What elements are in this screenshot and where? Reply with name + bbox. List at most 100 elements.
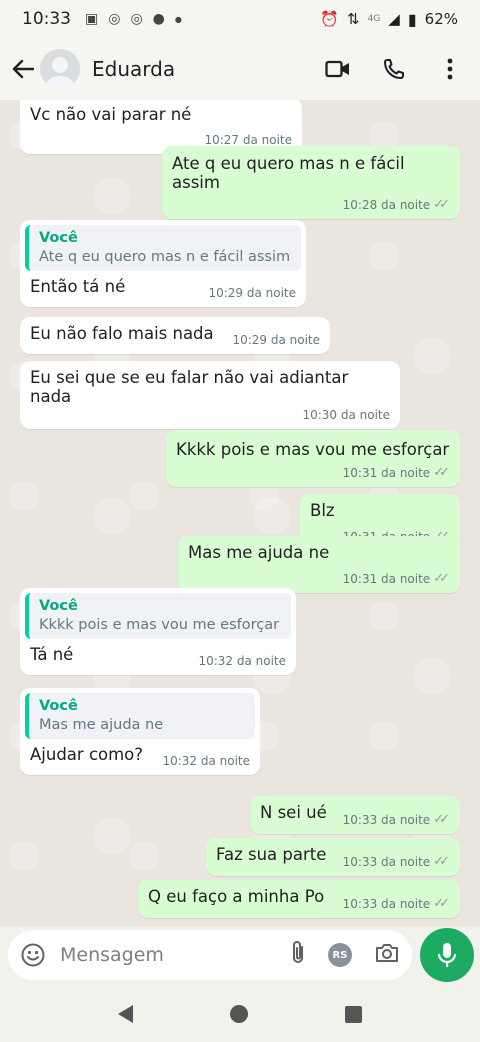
message-timestamp: 10:29 da noite [208,286,296,300]
more-options-icon[interactable] [436,55,464,83]
message-incoming-reply[interactable]: Você Mas me ajuda ne Ajudar como? 10:32 … [20,688,260,775]
gallery-notification-icon: ▣ [85,11,99,27]
message-timestamp: 10:28 da noite [342,197,431,212]
message-timestamp: 10:33 da noite [342,854,431,869]
quoted-author: Você [39,598,78,614]
emoji-icon[interactable] [20,942,46,968]
message-time: 10:29 da noite [232,333,320,347]
battery-icon: ▮ [407,9,417,29]
message-time: 10:29 da noite [208,286,296,300]
system-icons: ⏰ ⇅ 4G ◢ ▮ 62% [320,10,458,29]
microphone-icon [437,943,457,967]
quoted-text: Kkkk pois e mas vou me esforçar [39,617,280,633]
chat-header: Eduarda [0,38,480,100]
message-timestamp: 10:33 da noite [342,896,431,911]
message-outgoing[interactable]: Mas me ajuda ne 10:31 da noite ✓✓ [178,536,460,593]
composer: Mensagem RS [0,926,480,986]
message-text: Kkkk pois e mas vou me esforçar [176,440,450,459]
attach-icon[interactable] [290,940,306,970]
network-type-label: 4G [367,14,381,24]
message-timestamp: 10:30 da noite [302,408,390,422]
message-outgoing[interactable]: Faz sua parte 10:33 da noite ✓✓ [206,838,460,876]
message-text: Eu sei que se eu falar não vai adiantar … [30,368,349,406]
message-time: 10:32 da noite [198,654,286,668]
message-timestamp: 10:29 da noite [232,333,320,347]
system-navigation-bar [0,986,480,1042]
message-outgoing[interactable]: Q eu faço a minha Po 10:33 da noite ✓✓ [138,880,460,918]
message-text: Eu não falo mais nada [30,324,214,343]
quoted-author: Você [39,698,78,714]
chat-notification-icon: ● [152,11,165,27]
alarm-icon: ⏰ [320,10,340,28]
quoted-text: Mas me ajuda ne [39,717,164,733]
message-meta: 10:30 da noite [44,408,390,422]
message-text: Mas me ajuda ne [188,543,330,562]
nav-home-icon[interactable] [229,1005,248,1023]
message-timestamp: 10:31 da noite [342,571,431,586]
quoted-message[interactable]: Você Mas me ajuda ne [25,693,255,739]
contact-name[interactable]: Eduarda [92,57,175,81]
message-timestamp: 10:33 da noite [342,812,431,827]
message-placeholder[interactable]: Mensagem [60,944,164,966]
read-ticks-icon: ✓✓ [433,896,450,911]
read-ticks-icon: ✓✓ [433,812,450,827]
more-notifications-dot-icon: ● [174,14,182,24]
message-outgoing[interactable]: Ate q eu quero mas n e fácil assim 10:28… [162,146,460,219]
message-text: Ate q eu quero mas n e fácil assim [172,154,405,192]
message-meta: 10:33 da noite ✓✓ [343,854,450,869]
message-text: N sei ué [260,803,327,822]
message-text: Ajudar como? [30,745,144,764]
message-time: 10:32 da noite [162,754,250,768]
message-text: Blz [310,501,335,520]
message-timestamp: 10:32 da noite [198,654,286,668]
message-outgoing[interactable]: N sei ué 10:33 da noite ✓✓ [250,796,460,834]
payment-rs-icon[interactable]: RS [328,943,352,967]
signal-icon: ◢ [388,10,400,28]
voice-call-icon[interactable] [380,55,408,83]
notification-icons: ▣ ◎ ◎ ● ● [85,11,182,27]
message-text: Vc não vai parar né [30,105,192,124]
status-time: 10:33 [22,9,71,29]
data-transfer-icon: ⇅ [347,10,360,28]
message-input[interactable]: Mensagem RS [8,930,412,980]
message-time: 10:27 da noite [204,133,292,147]
quoted-message[interactable]: Você Ate q eu quero mas n e fácil assim [25,225,301,271]
message-meta: 10:33 da noite ✓✓ [343,896,450,911]
message-meta: 10:28 da noite ✓✓ [186,197,450,212]
message-text: Q eu faço a minha Po [148,887,325,906]
rs-label: RS [332,949,348,961]
message-text: Tá né [30,645,74,664]
message-incoming[interactable]: Eu não falo mais nada 10:29 da noite [20,317,330,354]
read-ticks-icon: ✓✓ [433,197,450,212]
message-incoming-reply[interactable]: Você Kkkk pois e mas vou me esforçar Tá … [20,588,296,675]
quoted-author: Você [39,230,78,246]
message-timestamp: 10:27 da noite [204,133,292,147]
read-ticks-icon: ✓✓ [433,854,450,869]
message-meta: 10:33 da noite ✓✓ [343,812,450,827]
message-incoming[interactable]: Eu sei que se eu falar não vai adiantar … [20,361,400,429]
camera-icon[interactable] [374,942,400,968]
video-call-icon[interactable] [324,55,352,83]
message-timestamp: 10:31 da noite [342,465,431,480]
nav-recents-icon[interactable] [344,1005,362,1023]
message-text: Faz sua parte [216,845,327,864]
chat-area[interactable]: Vc não vai parar né 10:27 da noite Ate q… [0,100,480,926]
quoted-text: Ate q eu quero mas n e fácil assim [39,249,291,265]
message-incoming-reply[interactable]: Você Ate q eu quero mas n e fácil assim … [20,220,306,307]
message-text: Então tá né [30,277,126,296]
header-actions [324,55,470,83]
message-meta: 10:31 da noite ✓✓ [343,571,450,586]
battery-percent: 62% [424,10,458,28]
status-bar: 10:33 ▣ ◎ ◎ ● ● ⏰ ⇅ 4G ◢ ▮ 62% [0,0,480,38]
nav-back-icon[interactable] [118,1005,134,1023]
message-timestamp: 10:32 da noite [162,754,250,768]
message-outgoing[interactable]: Kkkk pois e mas vou me esforçar 10:31 da… [166,430,460,487]
instagram-notification-icon-2: ◎ [130,11,143,27]
read-ticks-icon: ✓✓ [433,571,450,586]
composer-actions: RS [290,940,400,970]
contact-avatar[interactable] [40,49,80,89]
voice-message-button[interactable] [420,928,474,982]
back-arrow-icon[interactable] [10,56,36,82]
read-ticks-icon: ✓✓ [433,465,450,480]
quoted-message[interactable]: Você Kkkk pois e mas vou me esforçar [25,593,291,639]
